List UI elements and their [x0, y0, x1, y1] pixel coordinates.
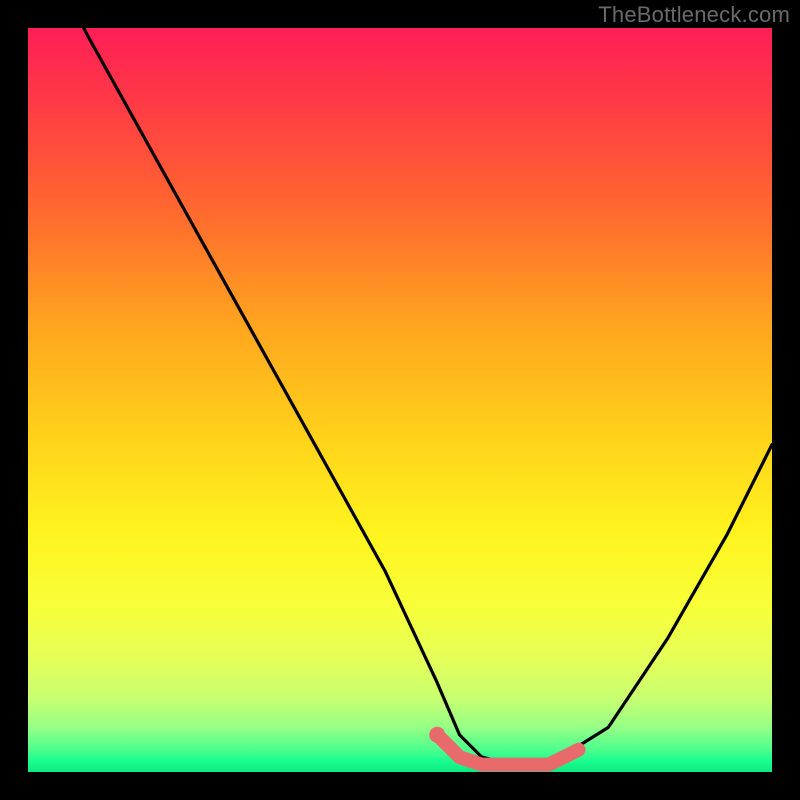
- highlight-segment: [437, 735, 578, 765]
- marker-dot: [429, 727, 445, 743]
- watermark-text: TheBottleneck.com: [598, 2, 790, 28]
- plot-inner: [28, 28, 772, 772]
- bottleneck-curve: [28, 28, 772, 765]
- curve-layer: [28, 28, 772, 772]
- plot-area: [28, 28, 772, 772]
- chart-frame: TheBottleneck.com: [0, 0, 800, 800]
